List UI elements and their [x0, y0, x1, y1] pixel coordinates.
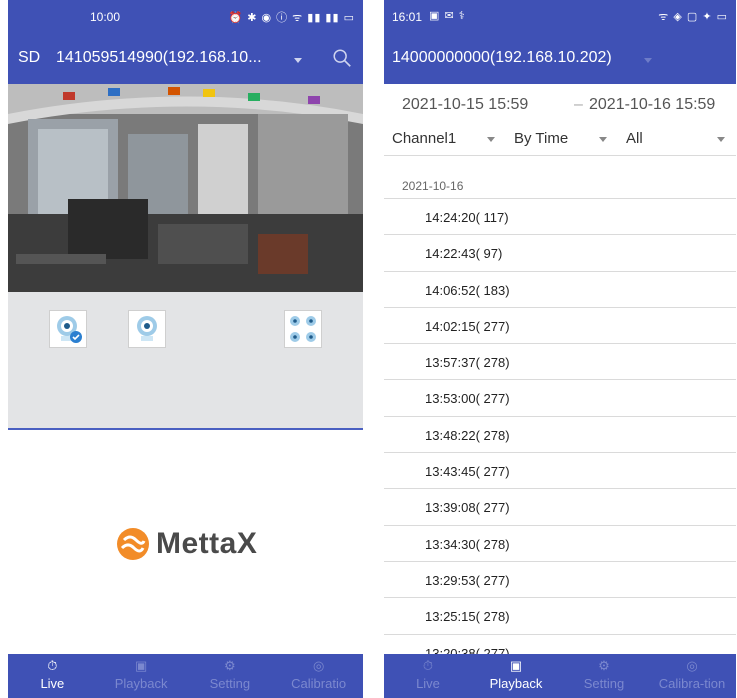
bottom-tab-bar: ⏱ Live ▣ Playback ⚙ Setting ◎ Calibra-ti…	[384, 654, 736, 698]
gear-icon: ⚙	[598, 658, 610, 673]
tab-setting[interactable]: ⚙ Setting	[560, 654, 648, 698]
camera-feed-image	[8, 84, 363, 292]
tab-label: Playback	[489, 676, 543, 691]
tab-playback[interactable]: ▣ Playback	[97, 654, 186, 698]
app-bar: 14000000000(192.168.10.202)	[384, 34, 736, 84]
tab-calibration[interactable]: ◎ Calibra-tion	[648, 654, 736, 698]
recording-list: 2021-10-16 14:24:20( 117) 14:22:43( 97) …	[384, 157, 736, 654]
logo-text: MettaX	[156, 527, 258, 560]
chevron-down-icon[interactable]	[294, 58, 302, 63]
status-time: 10:00	[90, 10, 121, 24]
timer-icon: ⏱	[47, 658, 58, 673]
tab-label: Playback	[114, 676, 168, 691]
list-item[interactable]: 13:29:53( 277)	[384, 562, 736, 599]
quad-channel-button[interactable]	[284, 310, 322, 348]
list-item[interactable]: 13:34:30( 278)	[384, 526, 736, 562]
type-filter[interactable]: All	[626, 130, 643, 147]
chevron-down-icon[interactable]	[644, 58, 652, 63]
search-icon[interactable]	[331, 47, 353, 69]
chevron-down-icon[interactable]	[717, 137, 725, 142]
status-bar: 10:00 ⏰ ✱ ◉ ⓘ ᯤ ▮▮ ▮▮ ▭	[8, 0, 363, 34]
app-bar: SD 141059514990(192.168.10...	[8, 34, 363, 84]
date-separator: –	[574, 96, 583, 113]
camera-check-icon	[57, 316, 82, 343]
record-label: 13:53:00( 277)	[425, 391, 510, 407]
mettax-logo-icon	[117, 528, 149, 560]
list-item[interactable]: 13:39:08( 277)	[384, 489, 736, 526]
status-icons: ᯤ ◈ ▢ ✦ ▭	[658, 11, 728, 23]
list-item[interactable]: 14:24:20( 117)	[384, 199, 736, 236]
status-icons: ⏰ ✱ ◉ ⓘ ᯤ ▮▮ ▮▮ ▭	[228, 12, 355, 24]
start-date[interactable]: 2021-10-15 15:59	[402, 96, 528, 114]
list-item[interactable]: 13:57:37( 278)	[384, 344, 736, 381]
bottom-tab-bar: ⏱ Live ▣ Playback ⚙ Setting ◎ Calibratio	[8, 654, 363, 698]
live-camera-view[interactable]	[8, 84, 363, 292]
record-label: 14:22:43( 97)	[425, 246, 503, 262]
record-label: 13:34:30( 278)	[425, 536, 510, 552]
target-icon: ◎	[312, 658, 325, 673]
record-label: 14:24:20( 117)	[425, 210, 509, 225]
tab-label: Calibratio	[291, 676, 347, 691]
tab-live[interactable]: ⏱ Live	[8, 654, 97, 698]
list-item[interactable]: 13:25:15( 278)	[384, 598, 736, 635]
device-selector[interactable]: 141059514990(192.168.10...	[56, 49, 262, 67]
tab-label: Setting	[209, 676, 251, 691]
channel-preview-area	[8, 292, 363, 430]
chevron-down-icon[interactable]	[599, 137, 607, 142]
timer-icon: ⏱	[422, 658, 434, 673]
tab-label: Calibra-tion	[658, 676, 726, 691]
tab-live[interactable]: ⏱ Live	[384, 654, 472, 698]
notification-icons: ▣ ✉ ⚕	[429, 10, 466, 22]
date-range: 2021-10-15 15:59 – 2021-10-16 15:59	[384, 84, 736, 120]
mettax-logo: MettaX	[116, 524, 257, 564]
four-cameras-icon	[290, 316, 316, 342]
tab-label: Live	[40, 676, 65, 691]
record-label: 14:06:52( 183)	[425, 282, 510, 298]
record-label: 13:25:15( 278)	[425, 609, 510, 625]
status-bar: 16:01 ▣ ✉ ⚕ ᯤ ◈ ▢ ✦ ▭	[384, 0, 736, 34]
single-channel-selected-button[interactable]	[49, 310, 87, 348]
playback-screen: 16:01 ▣ ✉ ⚕ ᯤ ◈ ▢ ✦ ▭ 14000000000(192.16…	[384, 0, 736, 698]
list-group-header: 2021-10-16	[384, 157, 736, 199]
record-label: 13:57:37( 278)	[425, 355, 510, 371]
live-screen: 10:00 ⏰ ✱ ◉ ⓘ ᯤ ▮▮ ▮▮ ▭ SD 141059514990(…	[8, 0, 363, 698]
chevron-down-icon[interactable]	[487, 137, 495, 142]
end-date[interactable]: 2021-10-16 15:59	[589, 96, 715, 114]
channel-filter[interactable]: Channel1	[392, 130, 456, 147]
brand-area: MettaX	[8, 430, 363, 654]
record-label: 14:02:15( 277)	[425, 318, 510, 334]
list-item[interactable]: 14:02:15( 277)	[384, 308, 736, 345]
image-icon: ▣	[134, 658, 148, 673]
list-item[interactable]: 13:43:45( 277)	[384, 453, 736, 490]
tab-calibration[interactable]: ◎ Calibratio	[274, 654, 363, 698]
list-item[interactable]: 14:06:52( 183)	[384, 272, 736, 308]
list-item[interactable]: 13:53:00( 277)	[384, 380, 736, 417]
single-channel-button[interactable]	[128, 310, 166, 348]
tab-playback[interactable]: ▣ Playback	[472, 654, 560, 698]
tab-label: Live	[416, 676, 440, 691]
camera-icon	[137, 316, 157, 341]
mode-filter[interactable]: By Time	[514, 130, 568, 147]
device-selector[interactable]: 14000000000(192.168.10.202)	[392, 49, 612, 67]
image-icon: ▣	[509, 658, 523, 673]
filter-bar: Channel1 By Time All	[384, 120, 736, 156]
record-label: 13:43:45( 277)	[425, 464, 510, 480]
storage-label[interactable]: SD	[18, 49, 40, 67]
tab-setting[interactable]: ⚙ Setting	[186, 654, 275, 698]
record-label: 13:29:53( 277)	[425, 572, 510, 588]
status-time: 16:01	[392, 10, 423, 24]
list-item[interactable]: 13:48:22( 278)	[384, 417, 736, 454]
record-label: 13:48:22( 278)	[425, 427, 510, 443]
list-item[interactable]: 13:20:38( 277)	[384, 635, 736, 654]
gear-icon: ⚙	[224, 658, 236, 673]
target-icon: ◎	[686, 658, 698, 673]
group-date: 2021-10-16	[402, 179, 464, 193]
tab-label: Setting	[583, 676, 625, 691]
list-item[interactable]: 14:22:43( 97)	[384, 235, 736, 272]
record-label: 13:39:08( 277)	[425, 500, 510, 516]
record-label: 13:20:38( 277)	[425, 645, 510, 654]
